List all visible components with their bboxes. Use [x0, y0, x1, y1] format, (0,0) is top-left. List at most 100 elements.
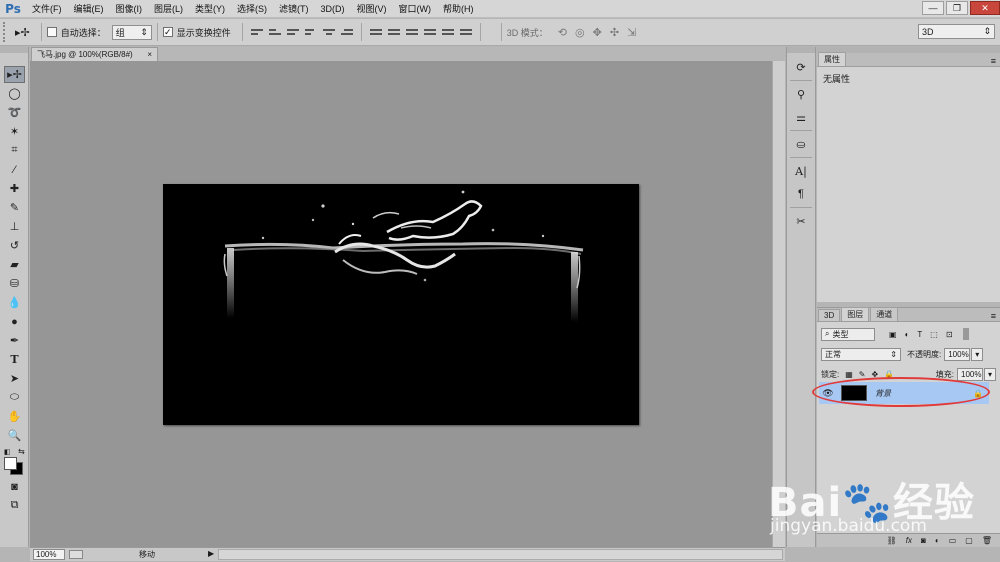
menu-select[interactable]: 选择(S) [231, 2, 273, 15]
3d-rotate-icon[interactable]: ⟲ [558, 26, 567, 39]
add-mask-icon[interactable]: ◙ [921, 536, 926, 545]
new-group-icon[interactable]: ▭ [949, 536, 957, 545]
menu-image[interactable]: 图像(I) [110, 2, 149, 15]
adjustments-icon[interactable]: ⚌ [790, 107, 812, 127]
adjustment-layer-icon[interactable]: ◐ [935, 536, 940, 545]
fx-icon[interactable]: fx [906, 536, 912, 545]
distribute-left-icon[interactable] [423, 26, 436, 38]
auto-select-dropdown[interactable]: 组 ⇕ [111, 24, 152, 40]
3d-slide-icon[interactable]: ✣ [610, 26, 619, 39]
document-image[interactable] [163, 184, 639, 425]
distribute-hcenter-icon[interactable] [441, 26, 454, 38]
layer-name[interactable]: 背景 [875, 388, 891, 399]
screen-mode-icon[interactable]: ⧉ [4, 497, 25, 514]
lock-all-icon[interactable]: 🔒 [884, 370, 894, 379]
tool-presets-icon[interactable]: ✂ [790, 211, 812, 231]
foreground-color-swatch[interactable] [4, 457, 17, 470]
opacity-field[interactable]: 100% [944, 347, 971, 361]
link-layers-icon[interactable]: ⛓ [887, 536, 897, 545]
fill-arrow[interactable]: ▾ [984, 367, 996, 381]
clone-source-icon[interactable]: ⛀ [790, 134, 812, 154]
crop-tool-icon[interactable]: ⌗ [4, 142, 25, 159]
blur-tool-icon[interactable]: 💧 [4, 294, 25, 311]
paragraph-panel-icon[interactable]: ¶ [790, 184, 812, 204]
3d-drag-icon[interactable]: ✥ [593, 26, 602, 39]
pen-tool-icon[interactable]: ✒ [4, 332, 25, 349]
character-panel-icon[interactable]: A| [790, 161, 812, 181]
lock-pixels-icon[interactable]: ✎ [859, 370, 866, 379]
brush-presets-icon[interactable]: ⚲ [790, 84, 812, 104]
menu-file[interactable]: 文件(F) [26, 2, 68, 15]
align-left-icon[interactable] [304, 26, 317, 38]
document-tab[interactable]: 飞马.jpg @ 100%(RGB/8#) × [31, 47, 158, 61]
lasso-tool-icon[interactable]: ➰ [4, 104, 25, 121]
panel-menu-icon[interactable]: ≡ [991, 311, 996, 321]
lock-transparency-icon[interactable]: ▦ [845, 370, 853, 379]
quick-select-tool-icon[interactable]: ✶ [4, 123, 25, 140]
show-transform-checkbox[interactable]: ✓ [162, 27, 173, 37]
move-tool-icon[interactable]: ▸✢ [4, 66, 25, 83]
quick-mask-icon[interactable]: ◙ [4, 478, 25, 495]
3d-scale-icon[interactable]: ⇲ [627, 26, 636, 39]
marquee-tool-icon[interactable]: ◯ [4, 85, 25, 102]
panel-menu-icon[interactable]: ≡ [991, 56, 996, 66]
distribute-right-icon[interactable] [459, 26, 472, 38]
eraser-tool-icon[interactable]: ▰ [4, 256, 25, 273]
export-icon[interactable] [69, 550, 83, 559]
menu-edit[interactable]: 编辑(E) [68, 2, 110, 15]
zoom-tool-icon[interactable]: 🔍 [4, 427, 25, 444]
workspace-dropdown[interactable]: 3D ⇕ [918, 24, 995, 39]
type-tool-icon[interactable]: T [4, 351, 25, 368]
horizontal-scrollbar[interactable] [218, 549, 783, 560]
menu-help[interactable]: 帮助(H) [437, 2, 480, 15]
tab-channels[interactable]: 通道 [870, 307, 899, 321]
eyedropper-tool-icon[interactable]: ⁄ [4, 161, 25, 178]
3d-roll-icon[interactable]: ◎ [575, 26, 585, 39]
menu-view[interactable]: 视图(V) [351, 2, 393, 15]
brush-tool-icon[interactable]: ✎ [4, 199, 25, 216]
tab-3d[interactable]: 3D [818, 309, 841, 321]
filter-toggle[interactable] [962, 328, 969, 340]
paint-bucket-tool-icon[interactable]: ⛁ [4, 275, 25, 292]
visibility-eye-icon[interactable]: 👁 [819, 388, 837, 399]
opacity-arrow[interactable]: ▾ [971, 347, 984, 361]
tab-properties[interactable]: 属性 [818, 52, 846, 66]
filter-adjustment-icon[interactable]: ◐ [905, 330, 910, 339]
menu-type[interactable]: 类型(Y) [189, 2, 231, 15]
filter-shape-icon[interactable]: ⬚ [930, 330, 938, 339]
fill-field[interactable]: 100% [957, 367, 983, 381]
move-tool-preset-icon[interactable]: ▸✢ [15, 26, 30, 39]
shape-tool-icon[interactable]: ⬭ [4, 389, 25, 406]
status-arrow-icon[interactable]: ▶ [208, 549, 214, 558]
dodge-tool-icon[interactable]: ● [4, 313, 25, 330]
path-select-tool-icon[interactable]: ➤ [4, 370, 25, 387]
auto-select-checkbox[interactable] [46, 27, 57, 37]
layer-filter-dropdown[interactable]: ⌕ 类型 [821, 327, 875, 341]
filter-type-icon[interactable]: T [917, 330, 922, 339]
align-top-icon[interactable] [250, 26, 263, 38]
menu-layer[interactable]: 图层(L) [148, 2, 189, 15]
distribute-bottom-icon[interactable] [405, 26, 418, 38]
clone-stamp-tool-icon[interactable]: ⊥ [4, 218, 25, 235]
history-brush-tool-icon[interactable]: ↺ [4, 237, 25, 254]
swap-colors-icon[interactable]: ⇆ [18, 447, 25, 456]
align-right-icon[interactable] [340, 26, 353, 38]
history-panel-icon[interactable]: ⟳ [790, 57, 812, 77]
menu-window[interactable]: 窗口(W) [393, 2, 438, 15]
healing-brush-tool-icon[interactable]: ✚ [4, 180, 25, 197]
zoom-field[interactable]: 100% [33, 549, 65, 560]
layer-row-background[interactable]: 👁 背景 🔒 [819, 382, 989, 404]
default-colors-icon[interactable]: ◧ [4, 448, 11, 456]
lock-position-icon[interactable]: ✥ [872, 370, 879, 379]
close-tab-icon[interactable]: × [147, 50, 152, 59]
blend-mode-dropdown[interactable]: 正常 ⇕ [821, 347, 901, 361]
distribute-vcenter-icon[interactable] [387, 26, 400, 38]
close-button[interactable]: ✕ [970, 1, 1000, 15]
filter-pixel-icon[interactable]: ▣ [889, 330, 897, 339]
filter-smart-object-icon[interactable]: ⊡ [946, 330, 953, 339]
restore-button[interactable]: ❐ [946, 1, 968, 15]
menu-3d[interactable]: 3D(D) [315, 4, 351, 14]
new-layer-icon[interactable]: ▢ [965, 536, 973, 545]
minimize-button[interactable]: — [922, 1, 944, 15]
align-vcenter-icon[interactable] [268, 26, 281, 38]
